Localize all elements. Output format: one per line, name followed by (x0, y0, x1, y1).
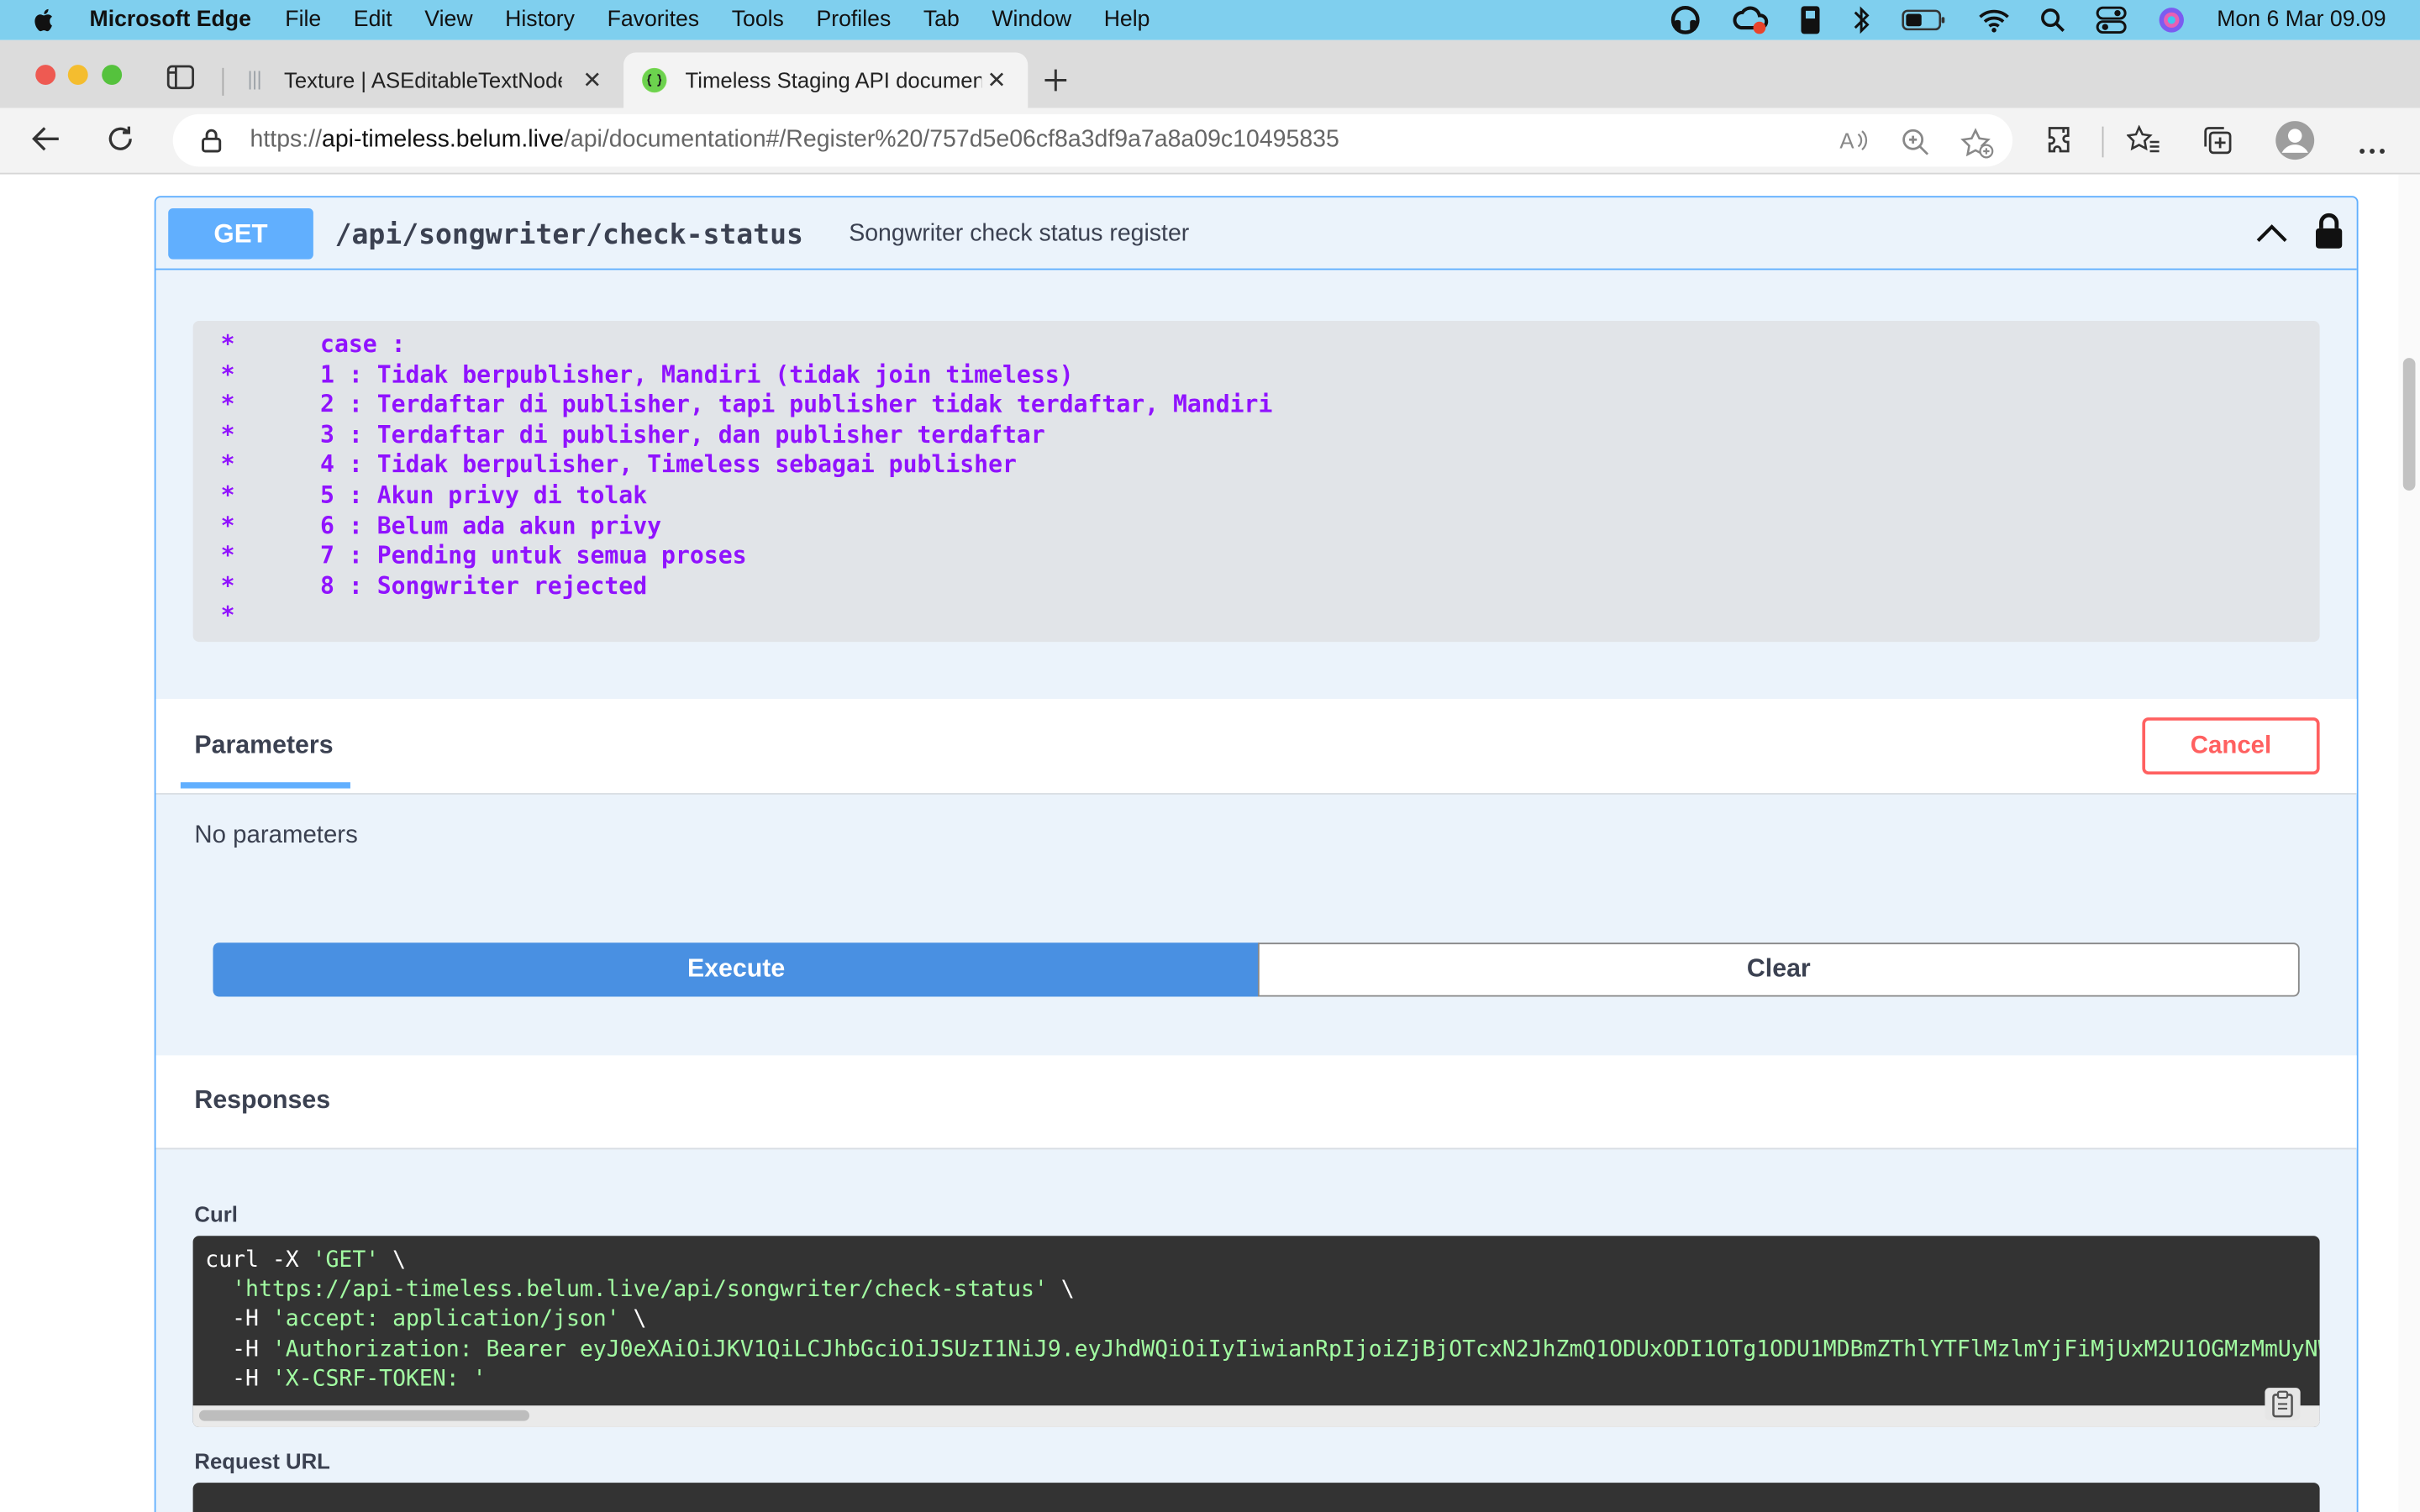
siri-icon[interactable] (2158, 6, 2186, 34)
parameters-tab-underline (180, 782, 350, 789)
read-aloud-icon[interactable]: A (1839, 128, 1868, 160)
curl-label: Curl (194, 1201, 238, 1227)
profile-avatar[interactable] (2275, 120, 2315, 168)
wifi-icon[interactable] (1979, 8, 2010, 33)
collections-icon[interactable] (2202, 125, 2233, 164)
address-bar[interactable]: https://api-timeless.belum.live/api/docu… (172, 113, 2013, 167)
site-lock-icon[interactable] (201, 128, 223, 160)
curl-horizontal-scrollbar[interactable] (192, 1405, 2320, 1427)
collapse-chevron-icon[interactable] (2254, 222, 2288, 251)
cancel-button[interactable]: Cancel (2142, 717, 2320, 775)
operation-summary: Songwriter check status register (849, 220, 1190, 247)
operation-header[interactable]: GET /api/songwriter/check-status Songwri… (155, 197, 2357, 270)
request-url-block[interactable] (192, 1483, 2320, 1512)
description-text: * case : * 1 : Tidak berpublisher, Mandi… (220, 330, 1273, 631)
url-host: api-timeless.belum.live (322, 126, 564, 153)
macos-menu-bar: Microsoft Edge File Edit View History Fa… (0, 0, 2420, 40)
menu-edit[interactable]: Edit (354, 8, 392, 32)
curl-line: curl -X 'GET' \ (205, 1247, 407, 1273)
texture-favicon-icon (249, 71, 260, 90)
add-favorite-icon[interactable] (1960, 128, 1994, 166)
menu-view[interactable]: View (424, 8, 472, 32)
apple-menu-icon[interactable] (31, 6, 59, 34)
execute-button[interactable]: Execute (213, 942, 1260, 997)
tab-title: Texture | ASEditableTextNode (283, 67, 562, 93)
tab-close-icon[interactable]: ✕ (582, 66, 602, 94)
menu-help[interactable]: Help (1104, 8, 1150, 32)
clear-button[interactable]: Clear (1257, 942, 2300, 997)
extensions-icon[interactable] (2047, 125, 2078, 164)
curl-code: curl -X 'GET' \ 'https://api-timeless.be… (205, 1247, 2319, 1394)
url-path: /api/documentation#/Register%20/757d5e06… (563, 126, 1339, 153)
creative-cloud-icon[interactable] (1732, 5, 1769, 36)
tab-close-icon[interactable]: ✕ (986, 66, 1006, 94)
battery-icon[interactable] (1902, 8, 1949, 32)
menubar-clock[interactable]: Mon 6 Mar 09.09 (2217, 8, 2386, 32)
request-url-label: Request URL (194, 1448, 330, 1474)
more-options-icon[interactable] (2359, 136, 2386, 164)
tab-actions-icon[interactable] (166, 65, 194, 97)
authorization-lock-icon[interactable] (2313, 213, 2344, 257)
url-text[interactable]: https://api-timeless.belum.live/api/docu… (250, 127, 1339, 155)
url-scheme: https:// (250, 126, 323, 153)
menu-tools[interactable]: Tools (732, 8, 784, 32)
menu-history[interactable]: History (505, 8, 575, 32)
window-minimize-button[interactable] (67, 65, 88, 86)
window-zoom-button[interactable] (102, 65, 123, 86)
menu-profiles[interactable]: Profiles (816, 8, 891, 32)
execute-clear-group: Execute Clear (213, 942, 2300, 997)
toolbar-separator (2102, 126, 2104, 158)
window-close-button[interactable] (35, 65, 56, 86)
menu-favorites[interactable]: Favorites (608, 8, 700, 32)
new-tab-icon[interactable] (1044, 61, 1068, 102)
headphones-status-icon[interactable] (1670, 5, 1702, 36)
bluetooth-icon[interactable] (1853, 5, 1871, 36)
zoom-icon[interactable] (1902, 128, 1929, 163)
favorites-icon[interactable] (2126, 124, 2160, 164)
menu-app-name[interactable]: Microsoft Edge (90, 8, 251, 32)
control-center-icon[interactable] (2096, 6, 2128, 34)
responses-header: Responses (155, 1055, 2357, 1150)
browser-tab-strip: Texture | ASEditableTextNode ✕ Timeless … (0, 39, 2420, 108)
responses-title: Responses (194, 1086, 331, 1115)
tab-timeless-api-docs[interactable]: Timeless Staging API documen ✕ (623, 52, 1028, 108)
browser-toolbar: https://api-timeless.belum.live/api/docu… (0, 108, 2420, 175)
page-scrollbar-thumb[interactable] (2402, 358, 2416, 491)
parameters-tab[interactable]: Parameters (194, 732, 333, 761)
curl-line: -H 'Authorization: Bearer eyJ0eXAiOiJKV1… (205, 1336, 2320, 1362)
curl-scrollbar-thumb[interactable] (198, 1410, 529, 1421)
back-arrow-icon[interactable] (31, 123, 62, 162)
spotlight-search-icon[interactable] (2041, 8, 2065, 33)
operation-description: * case : * 1 : Tidak berpublisher, Mandi… (192, 321, 2320, 643)
curl-code-block[interactable]: curl -X 'GET' \ 'https://api-timeless.be… (192, 1236, 2320, 1427)
curl-line: 'https://api-timeless.belum.live/api/son… (232, 1278, 1075, 1303)
menu-file[interactable]: File (285, 8, 321, 32)
menu-tab[interactable]: Tab (923, 8, 960, 32)
operation-path: /api/songwriter/check-status (334, 218, 803, 252)
operation-block: GET /api/songwriter/check-status Songwri… (154, 196, 2359, 1512)
reload-icon[interactable] (105, 123, 136, 162)
tab-texture[interactable]: Texture | ASEditableTextNode ✕ (232, 52, 624, 108)
swagger-page: GET /api/songwriter/check-status Songwri… (0, 174, 2420, 1512)
no-parameters-text: No parameters (194, 822, 358, 849)
badge-status-icon[interactable] (1800, 5, 1822, 36)
copy-to-clipboard-icon[interactable] (2264, 1387, 2301, 1429)
tab-separator (222, 67, 224, 96)
parameters-header: Parameters Cancel (155, 699, 2357, 795)
svg-text:A: A (1839, 129, 1854, 153)
curl-line: -H 'accept: application/json' \ (205, 1307, 647, 1332)
swagger-favicon-icon (642, 67, 667, 93)
http-method-badge: GET (168, 207, 313, 260)
menu-window[interactable]: Window (992, 8, 1071, 32)
tab-title: Timeless Staging API documen (685, 67, 982, 93)
curl-line: -H 'X-CSRF-TOKEN: ' (205, 1366, 487, 1392)
